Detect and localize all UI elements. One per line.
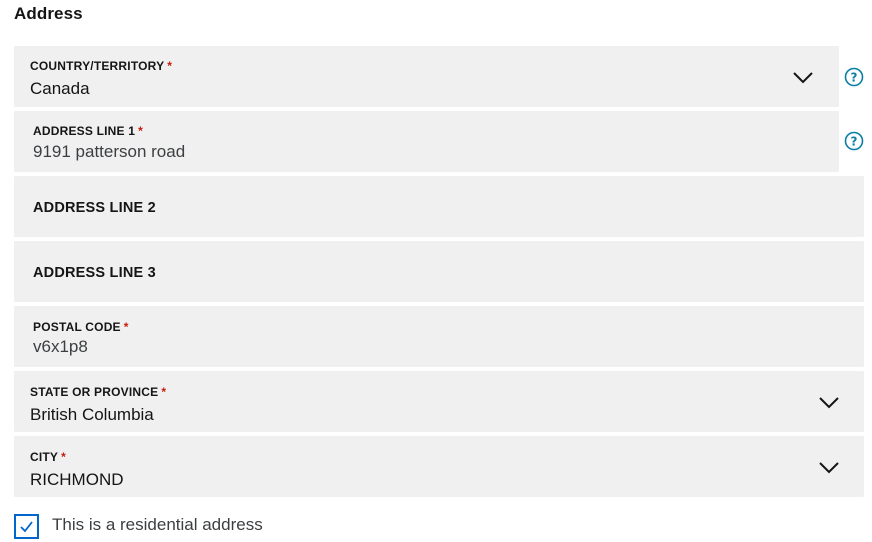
required-marker: * [123,320,129,334]
postal-code-label: Postal code * [33,320,129,334]
chevron-down-icon [793,72,813,84]
checkmark-icon [20,521,33,533]
city-label: City * [30,450,67,464]
required-marker: * [61,450,67,464]
address-line-2-field[interactable]: Address line 2 [14,176,864,237]
state-province-value: British Columbia [30,405,154,424]
address-line-1-label: Address line 1 * [33,124,144,138]
required-marker: * [138,124,144,138]
address-line-1-field[interactable]: Address line 1 * 9191 patterson road [14,111,839,172]
address-line-1-value: 9191 patterson road [33,142,186,161]
help-circle-icon[interactable]: ? [844,67,864,87]
svg-text:?: ? [851,71,858,85]
required-marker: * [161,385,167,399]
residential-checkbox-label[interactable]: This is a residential address [52,515,263,535]
residential-checkbox[interactable] [14,514,39,539]
postal-code-value: v6x1p8 [33,337,88,356]
help-circle-icon[interactable]: ? [844,131,864,151]
chevron-down-icon [819,462,839,474]
required-marker: * [167,59,173,73]
postal-code-field[interactable]: Postal code * v6x1p8 [14,306,864,367]
address-line-3-field[interactable]: Address line 3 [14,241,864,302]
address-line-2-label: Address line 2 [33,200,156,216]
chevron-down-icon [819,397,839,409]
state-province-label: State or province * [30,385,167,399]
address-section-title: Address [14,4,83,23]
state-province-select[interactable]: State or province * British Columbia [14,371,864,432]
svg-text:?: ? [851,135,858,149]
country-value: Canada [30,79,90,98]
city-value: RICHMOND [30,470,124,489]
address-line-3-label: Address line 3 [33,265,156,281]
country-select[interactable]: Country/Territory * Canada [14,46,839,107]
city-select[interactable]: City * RICHMOND [14,436,864,497]
country-label: Country/Territory * [30,59,173,73]
